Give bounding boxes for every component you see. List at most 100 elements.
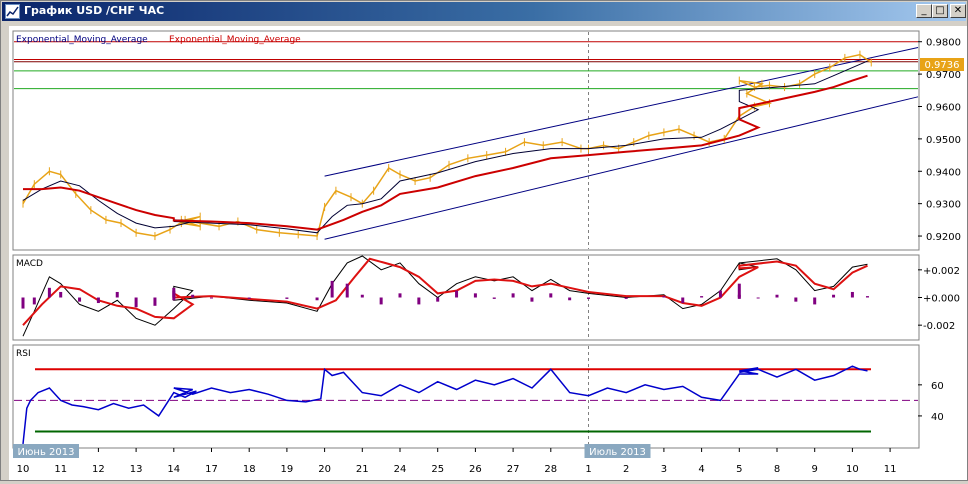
macd-y-tick-label: -0.002 <box>923 321 955 332</box>
x-tick-label: 3 <box>661 464 667 475</box>
price-y-tick-label: 0.9500 <box>926 135 961 146</box>
macd-histogram-bar <box>417 297 421 305</box>
macd-histogram-bar <box>511 293 515 298</box>
macd-histogram-bar <box>330 280 334 298</box>
macd-histogram-bar <box>737 294 741 298</box>
x-tick-label: 1 <box>585 464 591 475</box>
macd-y-tick-label: +0.000 <box>923 294 960 305</box>
chart-area[interactable]: 0.9800 0.9700 0.9600 0.9500 0.9400 0.9300 0.92… <box>9 26 967 480</box>
x-tick-label: 11 <box>884 464 897 475</box>
macd-histogram-bar <box>662 296 666 298</box>
price-panel <box>12 30 920 251</box>
minimize-button[interactable]: _ <box>916 4 932 18</box>
macd-histogram-bar <box>172 290 176 298</box>
macd-y-tick-label: +0.002 <box>923 266 960 277</box>
macd-histogram-bar <box>473 293 477 298</box>
rsi-y-axis: 60 40 <box>918 381 944 423</box>
macd-histogram-bar <box>59 291 63 298</box>
x-axis: 10 11 12 13 14 17 18 19 20 21 24 25 26 27 28 1 2 3 4 5 8 9 10 1… <box>13 444 896 475</box>
x-tick-label: 20 <box>318 464 331 475</box>
legend-macd: MACD <box>16 259 43 269</box>
x-tick-label: 24 <box>394 464 407 475</box>
macd-histogram-bar <box>398 293 402 298</box>
rsi-y-tick-label: 40 <box>931 412 944 423</box>
macd-histogram-bar <box>455 290 459 298</box>
macd-y-axis: +0.002 +0.000 -0.002 <box>918 266 960 332</box>
macd-histogram-bar <box>78 297 82 302</box>
macd-histogram-bar <box>568 297 572 301</box>
macd-histogram-bar <box>210 297 213 299</box>
chart-canvas[interactable]: 0.9800 0.9700 0.9600 0.9500 0.9400 0.9300 0.92… <box>9 26 967 480</box>
macd-histogram-bar <box>379 297 383 305</box>
legend-ema-slow: Exponential_Moving_Average <box>169 35 301 45</box>
x-tick-label: 8 <box>774 464 780 475</box>
price-y-tick-label: 0.9200 <box>926 232 961 243</box>
x-tick-label: 21 <box>356 464 369 475</box>
legend-ema-fast: Exponential_Moving_Average <box>16 35 148 45</box>
chart-window: График USD /CHF ЧАС _ □ ✕ 0.9800 0.9700 0.… <box>0 0 968 481</box>
x-tick-label: 4 <box>698 464 704 475</box>
macd-histogram-bar <box>436 297 440 302</box>
legend-rsi: RSI <box>16 349 31 359</box>
macd-histogram-bar <box>96 297 100 304</box>
price-y-tick-label: 0.9300 <box>926 200 961 211</box>
macd-histogram-bar <box>681 297 685 304</box>
chart-icon <box>5 4 20 19</box>
month-label: Июнь 2013 <box>18 447 75 458</box>
macd-panel <box>12 254 920 341</box>
x-tick-label: 26 <box>469 464 482 475</box>
macd-histogram-bar <box>134 297 138 308</box>
macd-histogram-bar <box>191 294 195 298</box>
macd-histogram-bar <box>700 296 704 298</box>
x-tick-label: 10 <box>17 464 30 475</box>
macd-histogram-bar <box>530 297 534 302</box>
macd-histogram-bar <box>247 297 251 299</box>
macd-histogram-bar <box>115 291 119 298</box>
title-bar[interactable]: График USD /CHF ЧАС _ □ ✕ <box>2 2 966 21</box>
x-tick-label: 2 <box>623 464 629 475</box>
macd-histogram-bar <box>285 297 289 299</box>
close-button[interactable]: ✕ <box>950 4 966 18</box>
x-tick-label: 19 <box>281 464 294 475</box>
macd-histogram-bar <box>850 291 854 298</box>
x-tick-label: 27 <box>507 464 520 475</box>
macd-histogram-bar <box>360 294 364 298</box>
x-tick-label: 28 <box>544 464 557 475</box>
macd-histogram-bar <box>794 297 798 302</box>
price-y-tick-label: 0.9700 <box>926 70 961 81</box>
x-tick-label: 18 <box>243 464 256 475</box>
x-tick-label: 12 <box>92 464 105 475</box>
rsi-y-tick-label: 60 <box>931 381 944 392</box>
macd-histogram-bar <box>345 283 349 298</box>
rsi-panel <box>12 344 920 449</box>
macd-histogram-bar <box>756 297 760 299</box>
macd-histogram-bar <box>153 297 157 306</box>
macd-histogram-bar <box>832 294 836 298</box>
month-label: Июль 2013 <box>589 447 646 458</box>
price-y-tick-label: 0.9600 <box>926 102 961 113</box>
macd-histogram-bar <box>47 287 51 298</box>
macd-histogram-bar <box>737 297 741 299</box>
macd-histogram-bar <box>172 297 176 301</box>
macd-histogram-bar <box>315 297 319 301</box>
macd-histogram-bar <box>492 297 496 299</box>
x-tick-label: 25 <box>431 464 444 475</box>
x-tick-label: 5 <box>736 464 742 475</box>
x-tick-label: 11 <box>54 464 67 475</box>
macd-histogram-bar <box>587 297 590 299</box>
x-tick-label: 13 <box>130 464 143 475</box>
macd-histogram-bar <box>32 297 36 305</box>
macd-histogram-bar <box>775 294 779 298</box>
current-price-label: 0.9736 <box>925 60 960 71</box>
maximize-button[interactable]: □ <box>932 4 948 18</box>
macd-histogram-bar <box>813 297 817 305</box>
price-y-tick-label: 0.9800 <box>926 38 961 49</box>
x-tick-label: 17 <box>205 464 218 475</box>
x-tick-label: 10 <box>846 464 859 475</box>
price-y-tick-label: 0.9400 <box>926 167 961 178</box>
window-title: График USD /CHF ЧАС <box>24 4 165 17</box>
macd-histogram-bar <box>624 297 628 299</box>
macd-histogram-bar <box>718 290 722 298</box>
macd-histogram-bar <box>865 296 869 298</box>
x-tick-label: 9 <box>812 464 818 475</box>
